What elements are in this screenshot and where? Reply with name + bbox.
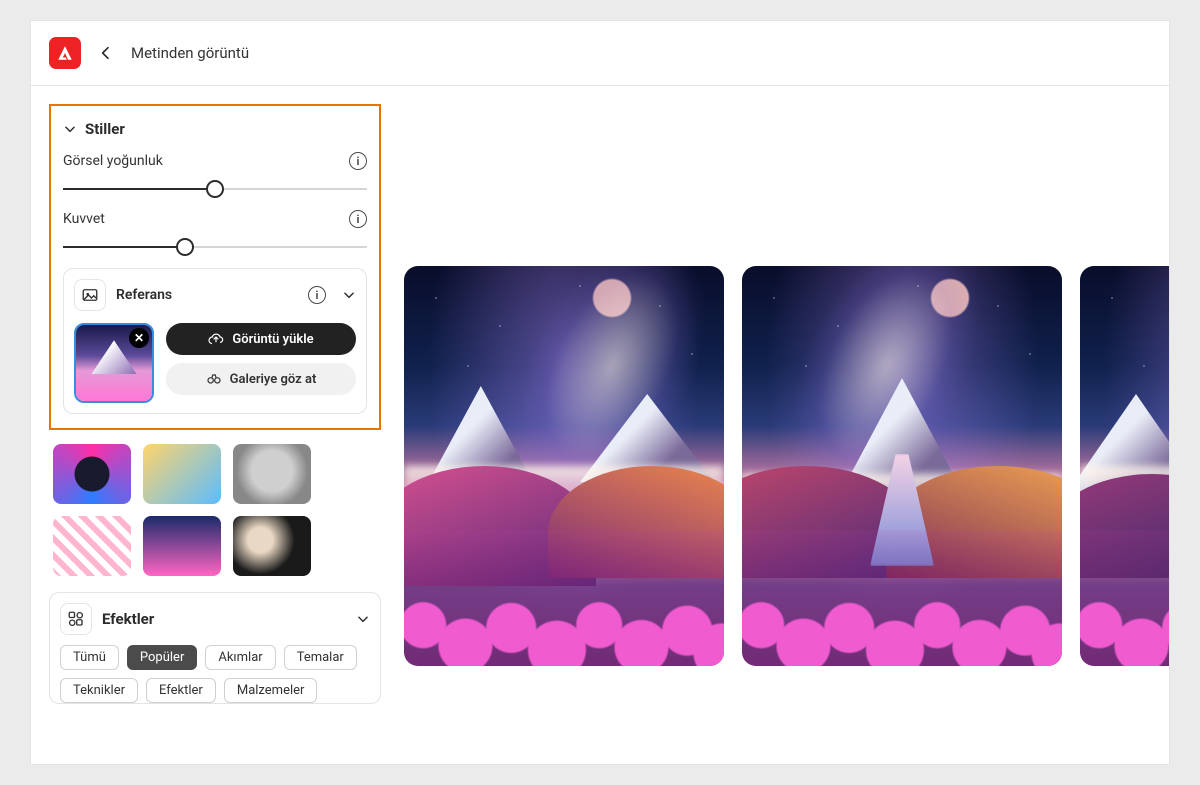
chip-all[interactable]: Tümü [60,645,119,670]
upload-icon [208,331,224,347]
app-frame: Metinden görüntü Stiller Görsel yoğunluk… [30,20,1170,765]
reference-card: Referans i ✕ [63,268,367,414]
generated-image[interactable] [404,266,724,666]
effects-title: Efektler [102,610,346,628]
image-icon [74,279,106,311]
generated-image[interactable] [742,266,1062,666]
style-preset[interactable] [233,444,311,504]
browse-label: Galeriye göz at [230,372,317,387]
upload-image-button[interactable]: Görüntü yükle [166,323,356,355]
info-icon[interactable]: i [349,152,367,170]
back-button[interactable] [95,42,117,64]
style-presets-grid [53,444,385,576]
chip-effects[interactable]: Efektler [146,678,216,703]
generated-image[interactable] [1080,266,1169,666]
effects-chips: Tümü Popüler Akımlar Temalar Teknikler E… [60,645,370,703]
chevron-down-icon [63,122,77,136]
chip-materials[interactable]: Malzemeler [224,678,318,703]
results-row [386,86,1169,764]
style-preset[interactable] [53,444,131,504]
top-bar: Metinden görüntü [31,21,1169,86]
browse-gallery-button[interactable]: Galeriye göz at [166,363,356,395]
chip-movements[interactable]: Akımlar [205,645,275,670]
style-preset[interactable] [233,516,311,576]
style-preset[interactable] [143,516,221,576]
style-preset[interactable] [143,444,221,504]
strength-slider[interactable] [63,246,367,248]
chip-popular[interactable]: Popüler [127,645,197,670]
info-icon[interactable]: i [308,286,326,304]
info-icon[interactable]: i [349,210,367,228]
sidebar: Stiller Görsel yoğunluk i Kuvvet i [31,86,386,764]
strength-label: Kuvvet [63,211,105,227]
adobe-logo[interactable] [49,37,81,69]
styles-section-header[interactable]: Stiller [63,120,367,138]
style-preset[interactable] [53,516,131,576]
chevron-down-icon[interactable] [356,612,370,626]
effects-icon [60,603,92,635]
reference-title: Referans [116,287,298,303]
styles-title: Stiller [85,120,125,138]
chip-techniques[interactable]: Teknikler [60,678,138,703]
visual-density-slider[interactable] [63,188,367,190]
effects-card: Efektler Tümü Popüler Akımlar Temalar Te… [49,592,381,704]
chip-themes[interactable]: Temalar [284,645,357,670]
close-icon[interactable]: ✕ [129,328,149,348]
styles-panel-highlight: Stiller Görsel yoğunluk i Kuvvet i [49,104,381,430]
page-title: Metinden görüntü [131,44,249,62]
chevron-down-icon[interactable] [342,288,356,302]
upload-label: Görüntü yükle [232,332,313,347]
reference-thumbnail[interactable]: ✕ [74,323,154,403]
visual-density-label: Görsel yoğunluk [63,153,163,169]
binoculars-icon [206,371,222,387]
